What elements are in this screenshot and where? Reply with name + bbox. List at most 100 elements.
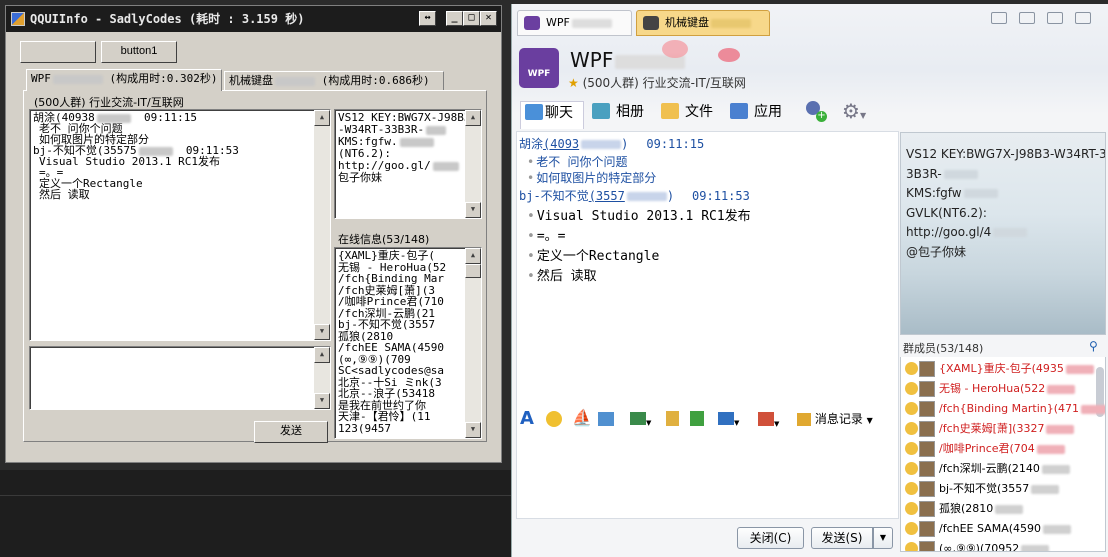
tab-album[interactable]: 相册	[592, 101, 644, 129]
member-item[interactable]: 孤狼(2810	[905, 499, 1024, 519]
history-button[interactable]: 消息记录 ▼	[797, 408, 873, 430]
avatar	[919, 421, 935, 437]
member-item[interactable]: 无锡 - HeroHua(522	[905, 379, 1076, 399]
avatar	[919, 541, 935, 551]
online-list-item[interactable]: SC<sadlycodes@sa	[338, 365, 478, 377]
apps-icon	[730, 103, 748, 119]
tab-keyboard[interactable]: 机械键盘	[636, 10, 770, 36]
member-item[interactable]: /fchEE SAMA(4590	[905, 519, 1072, 539]
close-button[interactable]	[1075, 12, 1091, 24]
title-bar: QQUIInfo - SadlyCodes (耗时 : 3.159 秒) ↔ _…	[6, 6, 501, 32]
group-notice[interactable]: VS12 KEY:BWG7X-J98B3-W34RT-3 3B3R- KMS:f…	[900, 132, 1106, 335]
chat-area[interactable]: 胡涂(4093) 09:11:15 • 老不 问你个问题 • 如何取图片的特定部分 bj-不…	[516, 131, 899, 519]
chat-scrollbar[interactable]: ▲ ▼	[314, 110, 330, 340]
music-icon[interactable]	[690, 408, 704, 430]
online-list-item[interactable]: /fchEE SAMA(4590	[338, 342, 478, 354]
status-icon	[905, 362, 918, 375]
close-button[interactable]: ✕	[480, 11, 497, 26]
online-list-item[interactable]: /咖啡Prince君(710	[338, 296, 478, 308]
minimize-button[interactable]	[1019, 12, 1035, 24]
status-icon	[905, 482, 918, 495]
online-list[interactable]: {XAML}重庆-包子(无锡 - HeroHua(52/fch{Binding …	[334, 247, 482, 439]
member-item[interactable]: {XAML}重庆-包子(4935	[905, 359, 1094, 379]
tab-chat[interactable]: 聊天	[520, 101, 584, 129]
online-list-item[interactable]: bj-不知不觉(3557	[338, 319, 478, 331]
tab-files[interactable]: 文件	[661, 101, 713, 129]
screenshot-icon[interactable]: ▼	[718, 408, 739, 430]
member-item[interactable]: /咖啡Prince君(704	[905, 439, 1065, 459]
member-item[interactable]: /fch深圳-云鹏(2140	[905, 459, 1070, 479]
message-line: • 如何取图片的特定部分	[527, 171, 657, 185]
members-label: 群成员(53/148)	[903, 342, 984, 355]
message-input[interactable]: ▲ ▼	[29, 346, 331, 410]
send-options-button[interactable]: ▼	[873, 527, 893, 549]
online-list-item[interactable]: 北京--浪子(53418	[338, 388, 478, 400]
restore-icon[interactable]: ↔	[419, 11, 436, 26]
qquiinfo-window: QQUIInfo - SadlyCodes (耗时 : 3.159 秒) ↔ _…	[5, 5, 502, 463]
status-icon	[905, 382, 918, 395]
member-item[interactable]: bj-不知不觉(3557	[905, 479, 1060, 499]
avatar	[919, 461, 935, 477]
button1[interactable]: button1	[101, 41, 177, 63]
status-icon	[905, 422, 918, 435]
online-list-item[interactable]: 天津-【君怜】(11	[338, 411, 478, 423]
tab-panel: (500人群) 行业交流-IT/互联网 胡涂(40938 09:11:15 老不…	[23, 90, 487, 443]
tab-apps[interactable]: 应用	[730, 101, 782, 129]
maximize-button[interactable]	[1047, 12, 1063, 24]
chat-log[interactable]: 胡涂(40938 09:11:15 老不 问你个问题 如何取图片的特定部分 bj…	[29, 109, 331, 341]
blank-button[interactable]	[20, 41, 96, 63]
send-button[interactable]: 发送(S)	[811, 527, 873, 549]
online-list-item[interactable]: /fch{Binding Mar	[338, 273, 478, 285]
tab-wpf[interactable]: WPF	[517, 10, 632, 36]
member-item[interactable]: /fch史莱姆[萧](3327	[905, 419, 1075, 439]
online-list-item[interactable]: {XAML}重庆-包子(	[338, 250, 478, 262]
avatar	[919, 361, 935, 377]
keyboard-group-icon	[643, 16, 659, 30]
more-icon[interactable]: ▼	[758, 408, 779, 430]
member-list[interactable]: {XAML}重庆-包子(4935 无锡 - HeroHua(522/fch{Bin…	[900, 357, 1106, 552]
minimize-button[interactable]: _	[446, 11, 463, 26]
message-line: • =。=	[527, 229, 566, 244]
group-logo[interactable]: WPF	[519, 48, 559, 88]
star-icon: ★	[568, 76, 579, 90]
skin-icon[interactable]	[991, 12, 1007, 24]
member-item[interactable]: /fch{Binding Martin}(471	[905, 399, 1105, 419]
status-icon	[905, 442, 918, 455]
online-list-item[interactable]: 123(9457	[338, 422, 478, 435]
avatar	[919, 481, 935, 497]
group-info: (500人群) 行业交流-IT/互联网	[34, 96, 184, 109]
edit-icon[interactable]	[598, 408, 614, 430]
notice-box[interactable]: VS12 KEY:BWG7X-J98B3 -W34RT-33B3R- KMS:f…	[334, 109, 482, 219]
member-item[interactable]: (∞,⑨⑨)(70952	[905, 539, 1050, 551]
shake-icon[interactable]: ⛵	[572, 408, 592, 430]
message-line: • 定义一个Rectangle	[527, 249, 660, 264]
send-button[interactable]: 发送	[254, 421, 328, 443]
file-icon[interactable]	[666, 408, 679, 430]
maximize-button[interactable]: □	[463, 11, 480, 26]
window-title: QQUIInfo - SadlyCodes (耗时 : 3.159 秒)	[30, 12, 305, 26]
search-icon[interactable]: ⚲	[1089, 339, 1098, 353]
message-line: • 然后 读取	[527, 269, 597, 284]
tab-keyboard[interactable]: 机械键盘 (构成用时:0.686秒)	[224, 71, 444, 91]
qq-group-window: WPF 机械键盘 WPF WPF ★ (500人群) 行业交流-IT/互联网 聊…	[511, 4, 1108, 557]
message-header: bj-不知不觉(3557) 09:11:53	[519, 189, 750, 203]
online-label: 在线信息(53/148)	[338, 233, 430, 246]
message-line: • 老不 问你个问题	[527, 155, 628, 169]
group-icon	[524, 16, 540, 30]
avatar	[919, 441, 935, 457]
message-header: 胡涂(4093) 09:11:15	[519, 137, 705, 151]
add-member-icon[interactable]: +	[804, 101, 828, 123]
album-icon	[592, 103, 610, 119]
settings-gear-icon[interactable]: ⚙▼	[842, 101, 872, 123]
font-icon[interactable]: A	[520, 408, 534, 430]
image-icon[interactable]: ▼	[630, 408, 651, 430]
sender-id-link[interactable]: (4093	[543, 137, 579, 151]
tab-wpf[interactable]: WPF (构成用时:0.302秒)	[26, 69, 222, 91]
emoji-icon[interactable]	[546, 408, 562, 430]
sender-id-link[interactable]: (3557	[589, 189, 625, 203]
app-icon	[11, 12, 25, 26]
status-icon	[905, 522, 918, 535]
close-chat-button[interactable]: 关闭(C)	[737, 527, 804, 549]
message-line: • Visual Studio 2013.1 RC1发布	[527, 209, 751, 224]
avatar	[919, 401, 935, 417]
